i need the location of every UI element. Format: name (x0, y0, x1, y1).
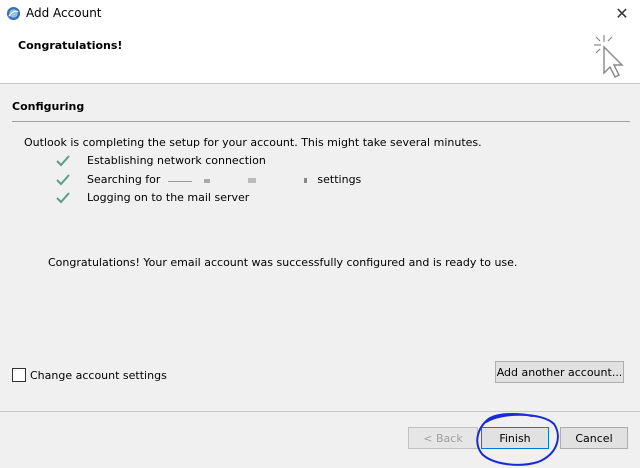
cancel-button[interactable]: Cancel (560, 427, 628, 449)
title-bar: Add Account ✕ (0, 0, 640, 28)
step-label: Logging on to the mail server (87, 191, 250, 204)
footer-divider (0, 411, 640, 412)
checkmark-icon (56, 173, 70, 185)
section-divider (12, 121, 630, 122)
redacted-email (163, 174, 314, 185)
close-icon: ✕ (615, 3, 629, 23)
step-label: Searching for (87, 173, 164, 186)
setup-intro-text: Outlook is completing the setup for your… (24, 136, 482, 149)
section-title: Configuring (12, 100, 85, 113)
change-settings-label[interactable]: Change account settings (30, 369, 167, 382)
step-label: Establishing network connection (87, 154, 266, 167)
step-searching: Searching for settings (56, 173, 361, 186)
change-settings-option[interactable]: Change account settings (12, 368, 167, 382)
outlook-app-icon (6, 6, 21, 21)
sparkle-cursor-icon (594, 35, 624, 78)
step-network: Establishing network connection (56, 154, 266, 167)
success-message: Congratulations! Your email account was … (48, 256, 518, 269)
checkmark-icon (56, 154, 70, 166)
header-banner: Congratulations! (0, 28, 640, 84)
back-button[interactable]: < Back (408, 427, 478, 449)
step-label-suffix: settings (313, 173, 362, 186)
checkmark-icon (56, 191, 70, 203)
close-button[interactable]: ✕ (610, 2, 634, 24)
window-title: Add Account (26, 6, 102, 20)
finish-button[interactable]: Finish (481, 427, 549, 449)
step-logon: Logging on to the mail server (56, 191, 249, 204)
change-settings-checkbox[interactable] (12, 368, 26, 382)
banner-title: Congratulations! (18, 39, 123, 52)
add-another-account-button[interactable]: Add another account... (495, 361, 624, 383)
